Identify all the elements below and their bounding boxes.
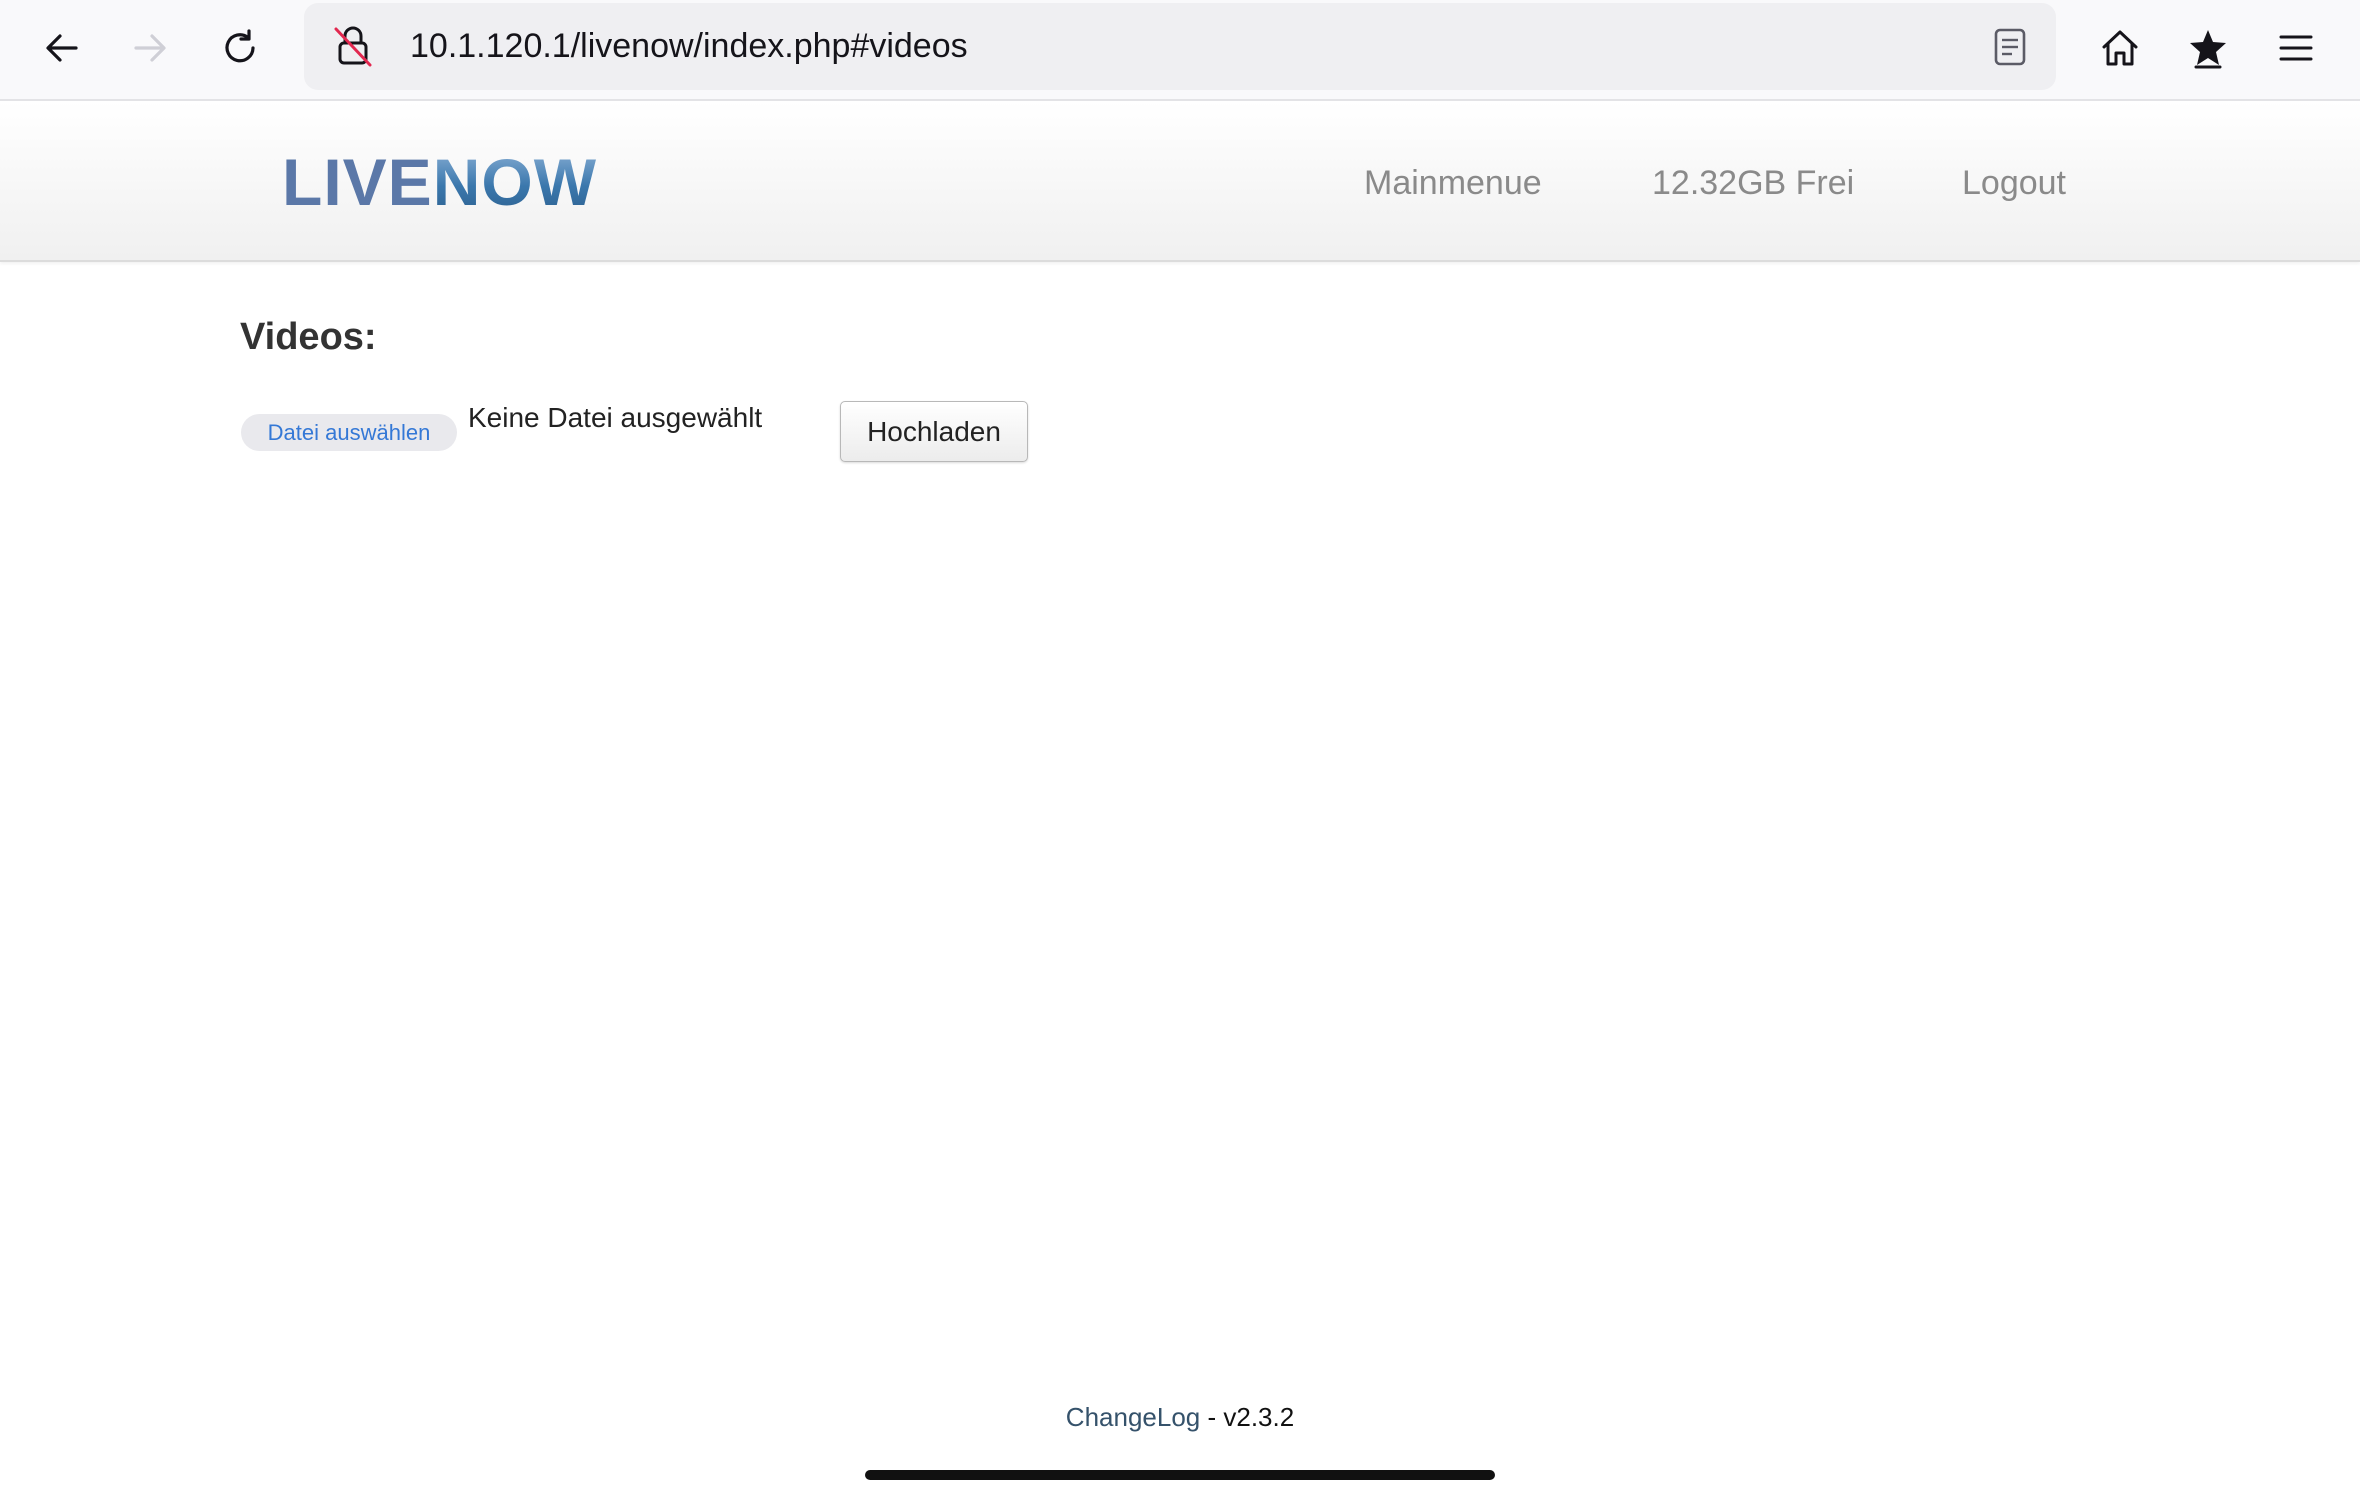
page-title: Videos:	[240, 316, 377, 358]
home-indicator-bar[interactable]	[865, 1470, 1495, 1480]
menu-button[interactable]	[2264, 16, 2328, 80]
footer: ChangeLog - v2.3.2	[0, 1402, 2360, 1433]
hamburger-menu-icon	[2279, 35, 2313, 61]
reload-icon	[225, 29, 255, 63]
livenow-logo[interactable]: LIVENOW	[282, 149, 597, 215]
nav-logout-link[interactable]: Logout	[1962, 163, 2066, 203]
arrow-left-icon	[46, 34, 78, 62]
choose-file-button[interactable]: Datei auswählen	[241, 414, 457, 451]
version-text: v2.3.2	[1223, 1402, 1295, 1432]
browser-toolbar: 10.1.120.1/livenow/index.php#videos	[0, 0, 2360, 101]
arrow-right-icon	[134, 34, 166, 62]
insecure-lock-icon	[334, 26, 372, 67]
file-status-text: Keine Datei ausgewählt	[468, 402, 763, 433]
upload-button[interactable]: Hochladen	[840, 401, 1028, 462]
footer-separator: -	[1200, 1402, 1224, 1432]
bookmarks-button[interactable]	[2176, 16, 2240, 80]
forward-button[interactable]	[118, 16, 182, 80]
back-button[interactable]	[30, 16, 94, 80]
reader-view-icon[interactable]	[1990, 27, 2030, 67]
home-button[interactable]	[2088, 16, 2152, 80]
home-icon	[2102, 30, 2138, 66]
nav-mainmenu-link[interactable]: Mainmenue	[1364, 163, 1542, 203]
star-icon	[2190, 30, 2226, 69]
url-text[interactable]: 10.1.120.1/livenow/index.php#videos	[410, 3, 968, 90]
reload-button[interactable]	[208, 16, 272, 80]
logo-live-text: LIVE	[282, 145, 433, 219]
site-header: LIVENOW Mainmenue 12.32GB Frei Logout	[0, 101, 2360, 262]
url-bar[interactable]: 10.1.120.1/livenow/index.php#videos	[304, 3, 2056, 90]
nav-storage-info: 12.32GB Frei	[1652, 164, 1855, 202]
logo-now-text: NOW	[432, 145, 597, 219]
changelog-link[interactable]: ChangeLog	[1066, 1402, 1200, 1432]
